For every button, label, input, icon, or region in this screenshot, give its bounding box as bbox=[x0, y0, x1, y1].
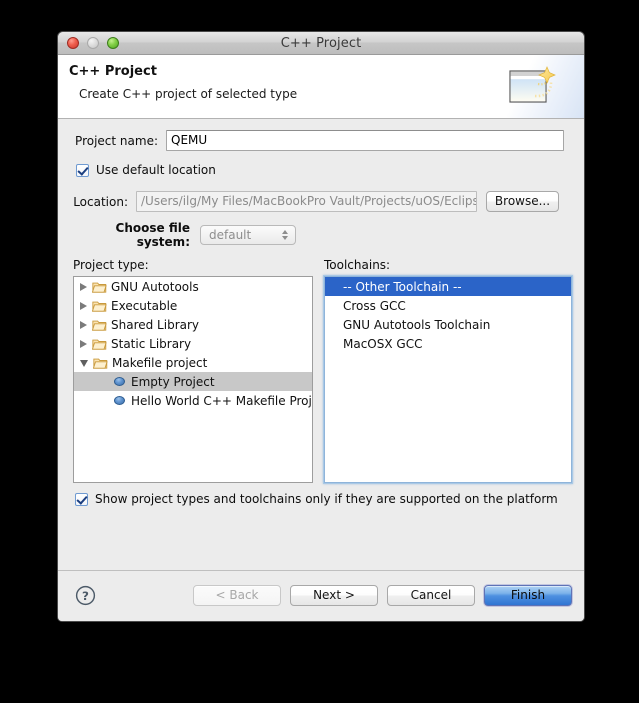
toolchain-row-label: MacOSX GCC bbox=[343, 336, 423, 351]
use-default-location-label: Use default location bbox=[96, 163, 216, 177]
tree-row[interactable]: Executable bbox=[74, 296, 312, 315]
show-supported-row[interactable]: Show project types and toolchains only i… bbox=[75, 492, 558, 506]
tree-row[interactable]: Makefile project bbox=[74, 353, 312, 372]
toolchain-row-label: -- Other Toolchain -- bbox=[343, 279, 462, 294]
svg-text:?: ? bbox=[82, 589, 89, 603]
tree-row-label: GNU Autotools bbox=[111, 279, 199, 294]
project-type-tree[interactable]: GNU Autotools Executable Shared Library Sta… bbox=[73, 276, 313, 483]
tree-row[interactable]: Hello World C++ Makefile Project bbox=[74, 391, 312, 410]
file-system-value: default bbox=[209, 228, 252, 242]
file-system-label: Choose file system: bbox=[115, 221, 190, 249]
back-button-label: < Back bbox=[215, 588, 259, 602]
zoom-button[interactable] bbox=[107, 37, 119, 49]
cancel-button-label: Cancel bbox=[410, 588, 452, 602]
toolchain-row[interactable]: -- Other Toolchain -- bbox=[325, 277, 571, 296]
file-system-select[interactable]: default bbox=[200, 225, 296, 245]
toolchain-row-label: Cross GCC bbox=[343, 298, 406, 313]
toolchain-row[interactable]: MacOSX GCC bbox=[325, 334, 571, 353]
show-supported-checkbox[interactable] bbox=[75, 492, 88, 506]
footer-button-group: < Back Next > Cancel Finish bbox=[193, 585, 572, 606]
location-input[interactable]: /Users/ilg/My Files/MacBookPro Vault/Pro… bbox=[136, 191, 477, 212]
folder-icon bbox=[91, 319, 107, 331]
close-button[interactable] bbox=[67, 37, 79, 49]
minimize-button[interactable] bbox=[87, 37, 99, 49]
tree-row[interactable]: GNU Autotools bbox=[74, 277, 312, 296]
cpp-project-wizard-dialog: C++ Project C++ Project Create C++ proje… bbox=[57, 31, 585, 622]
tree-row[interactable]: Empty Project bbox=[74, 372, 312, 391]
chevron-right-icon[interactable] bbox=[80, 282, 87, 291]
help-question-icon[interactable]: ? bbox=[75, 585, 96, 606]
banner-artwork bbox=[492, 55, 584, 118]
folder-icon bbox=[91, 281, 107, 293]
sphere-icon bbox=[114, 377, 125, 386]
next-button-label: Next > bbox=[313, 588, 355, 602]
folder-icon bbox=[91, 338, 107, 350]
window-title: C++ Project bbox=[280, 35, 362, 51]
new-project-wizard-icon bbox=[509, 66, 556, 103]
chevron-right-icon[interactable] bbox=[80, 301, 87, 310]
next-button[interactable]: Next > bbox=[290, 585, 378, 606]
use-default-location-row[interactable]: Use default location bbox=[76, 163, 216, 177]
stepper-arrows-icon bbox=[282, 230, 288, 240]
tree-row[interactable]: Static Library bbox=[74, 334, 312, 353]
show-supported-label: Show project types and toolchains only i… bbox=[95, 492, 558, 506]
toolchain-row[interactable]: GNU Autotools Toolchain bbox=[325, 315, 571, 334]
window-controls bbox=[67, 37, 119, 49]
toolchain-row[interactable]: Cross GCC bbox=[325, 296, 571, 315]
tree-row[interactable]: Shared Library bbox=[74, 315, 312, 334]
wizard-banner: C++ Project Create C++ project of select… bbox=[58, 55, 584, 119]
location-row: Location: /Users/ilg/My Files/MacBookPro… bbox=[72, 191, 572, 212]
project-name-row: Project name: QEMU bbox=[72, 130, 570, 151]
toolchains-list[interactable]: -- Other Toolchain -- Cross GCC GNU Autoto… bbox=[324, 276, 572, 483]
tree-row-label: Empty Project bbox=[131, 374, 215, 389]
toolchain-row-label: GNU Autotools Toolchain bbox=[343, 317, 491, 332]
project-type-label: Project type: bbox=[73, 258, 149, 272]
tree-row-label: Hello World C++ Makefile Project bbox=[131, 393, 313, 408]
finish-button-label: Finish bbox=[510, 588, 546, 602]
dialog-footer: ? < Back Next > Cancel Finish bbox=[58, 570, 584, 621]
toolchains-label: Toolchains: bbox=[324, 258, 391, 272]
tree-row-label: Shared Library bbox=[111, 317, 200, 332]
wizard-body: Project name: QEMU Use default location … bbox=[58, 119, 584, 570]
browse-button[interactable]: Browse... bbox=[486, 191, 559, 212]
desktop-backdrop: C++ Project C++ Project Create C++ proje… bbox=[0, 0, 639, 703]
use-default-location-checkbox[interactable] bbox=[76, 163, 89, 177]
project-name-input[interactable]: QEMU bbox=[166, 130, 564, 151]
toolchains-label-row: Toolchains: bbox=[324, 258, 390, 272]
chevron-right-icon[interactable] bbox=[80, 339, 87, 348]
sphere-icon bbox=[114, 396, 125, 405]
file-system-row: Choose file system: default bbox=[72, 221, 296, 249]
chevron-right-icon[interactable] bbox=[80, 320, 87, 329]
project-name-label: Project name: bbox=[75, 133, 158, 148]
project-type-label-row: Project type: bbox=[73, 258, 149, 272]
back-button: < Back bbox=[193, 585, 281, 606]
folder-icon bbox=[92, 357, 108, 369]
tree-row-label: Executable bbox=[111, 298, 178, 313]
location-label: Location: bbox=[73, 194, 128, 209]
tree-row-label: Makefile project bbox=[112, 355, 208, 370]
tree-row-label: Static Library bbox=[111, 336, 192, 351]
cancel-button[interactable]: Cancel bbox=[387, 585, 475, 606]
finish-button[interactable]: Finish bbox=[484, 585, 572, 606]
window-titlebar[interactable]: C++ Project bbox=[58, 32, 584, 55]
folder-icon bbox=[91, 300, 107, 312]
chevron-down-icon[interactable] bbox=[80, 360, 88, 367]
